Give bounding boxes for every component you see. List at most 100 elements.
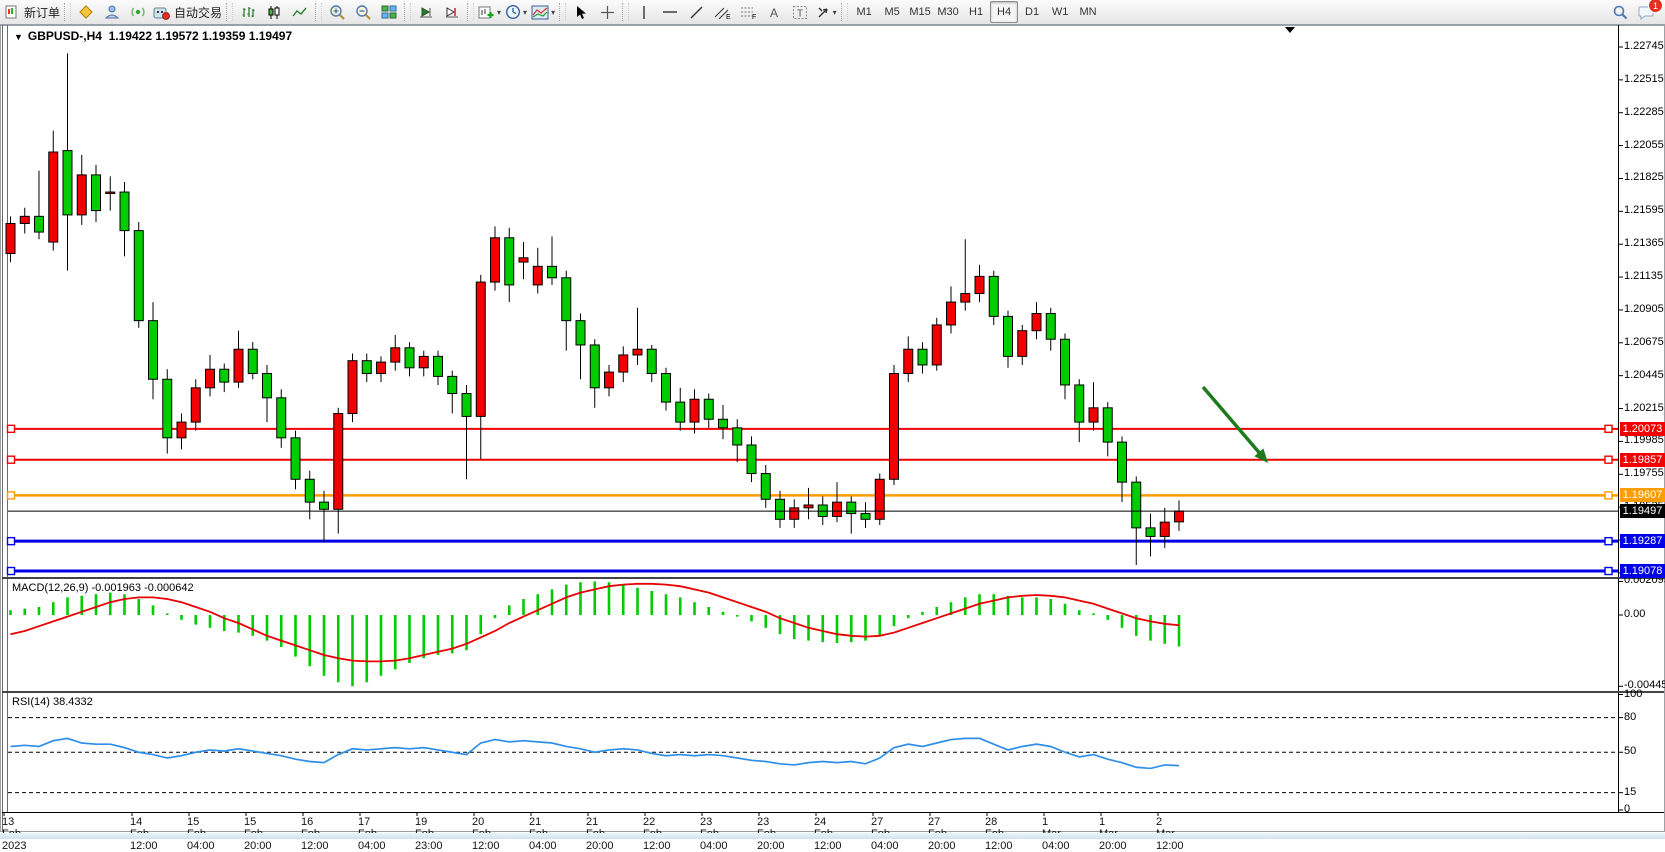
text-icon: A [768,5,781,20]
candle-body [1046,314,1055,340]
new-chart-icon [478,5,495,20]
timeframe-w1[interactable]: W1 [1046,1,1074,23]
zoom-in-button[interactable] [325,1,349,23]
market-watch-button[interactable] [74,1,98,23]
hline-badge-1.19287: 1.19287 [1620,534,1665,548]
rsi-line [11,738,1180,768]
arrows-icon [816,5,831,20]
candle-body [362,361,371,374]
chart-canvas[interactable] [0,25,1665,832]
price-axis-label: 1.20445 [1624,369,1664,381]
timeframe-d1[interactable]: D1 [1018,1,1046,23]
depth-of-market-button[interactable] [100,1,124,23]
candle-body [904,349,913,373]
candle-body [448,376,457,393]
search-button[interactable] [1608,1,1632,23]
candle-body [733,428,742,445]
bar-chart-icon [241,5,256,20]
candle-body [77,175,86,215]
line-chart-button[interactable] [288,1,312,23]
new-order-button[interactable]: 新订单 [4,1,61,23]
text-button[interactable]: A [762,1,786,23]
signal-button[interactable] [126,1,150,23]
person-icon [104,4,120,20]
trendline-button[interactable] [684,1,708,23]
candle-body [776,499,785,519]
channel-icon: E [714,5,731,20]
cursor-button[interactable] [569,1,593,23]
candle-chart-button[interactable] [262,1,286,23]
timeframe-m5[interactable]: M5 [878,1,906,23]
candle-body [1118,442,1127,482]
arrows-tool-button[interactable]: ▾ [814,1,838,23]
price-axis-label: 1.22515 [1624,73,1664,85]
fibonacci-button[interactable]: F [736,1,760,23]
hline-badge-1.19078: 1.19078 [1620,564,1665,578]
status-strip [0,833,1665,839]
zoom-in-icon [329,4,345,20]
rsi-axis-label: 100 [1624,688,1642,700]
hline-badge-1.19607: 1.19607 [1620,488,1665,502]
rsi-axis-label: 50 [1624,745,1636,757]
timeframe-m15[interactable]: M15 [906,1,934,23]
candle-body [875,479,884,519]
auto-trading-button[interactable]: 自动交易 [152,1,223,23]
candle-body [476,282,485,416]
candle-body [35,216,44,232]
hline-handle [1605,538,1612,545]
channel-button[interactable]: E [710,1,734,23]
candle-body [1075,385,1084,422]
candle-body [519,258,528,262]
candle-body [1103,408,1112,442]
candle-body [206,369,215,388]
vertical-line-button[interactable] [632,1,656,23]
candle-body [106,192,115,193]
search-icon [1612,4,1628,20]
new-chart-button[interactable]: ▾ [477,1,502,23]
candle-body [263,374,272,398]
text-label-button[interactable]: T [788,1,812,23]
horizontal-line-button[interactable] [658,1,682,23]
zoom-out-button[interactable] [351,1,375,23]
timeframe-m30[interactable]: M30 [934,1,962,23]
candle-body [177,422,186,438]
separator [622,3,629,21]
autotrade-icon [153,5,170,20]
candle-body [918,349,927,365]
candle-body [989,276,998,316]
separator [315,3,322,21]
hline-badge-1.20073: 1.20073 [1620,422,1665,436]
chart-shift-button[interactable] [440,1,464,23]
arrow-annotation [1203,387,1263,457]
hline-handle [8,425,15,432]
candle-body [833,502,842,516]
hline-handle [8,538,15,545]
timeframe-h4[interactable]: H4 [990,1,1018,23]
timeframe-h1[interactable]: H1 [962,1,990,23]
svg-text:F: F [752,14,756,20]
timeframe-m1[interactable]: M1 [850,1,878,23]
candle-body [861,514,870,520]
svg-text:E: E [726,14,731,20]
indicators-icon [531,5,549,20]
bar-chart-button[interactable] [236,1,260,23]
zoom-out-icon [355,4,371,20]
price-axis-label: 1.20215 [1624,402,1664,414]
candle-body [405,348,414,368]
rsi-axis-label: 0 [1624,803,1630,815]
indicators-button[interactable]: ▾ [530,1,556,23]
price-axis-label: 1.22055 [1624,139,1664,151]
auto-scroll-button[interactable] [414,1,438,23]
period-button[interactable]: ▾ [504,1,528,23]
candle-body [576,321,585,345]
separator [64,3,71,21]
notifications-button[interactable]: 1 [1634,1,1658,23]
chart-ohlc: 1.19422 1.19572 1.19359 1.19497 [109,29,293,43]
timeframe-mn[interactable]: MN [1074,1,1102,23]
crosshair-button[interactable] [595,1,619,23]
collapse-triangle-icon[interactable]: ▼ [14,32,23,42]
candle-body [790,508,799,519]
candle-body [134,231,143,321]
candle-body [590,345,599,388]
tile-windows-button[interactable] [377,1,401,23]
